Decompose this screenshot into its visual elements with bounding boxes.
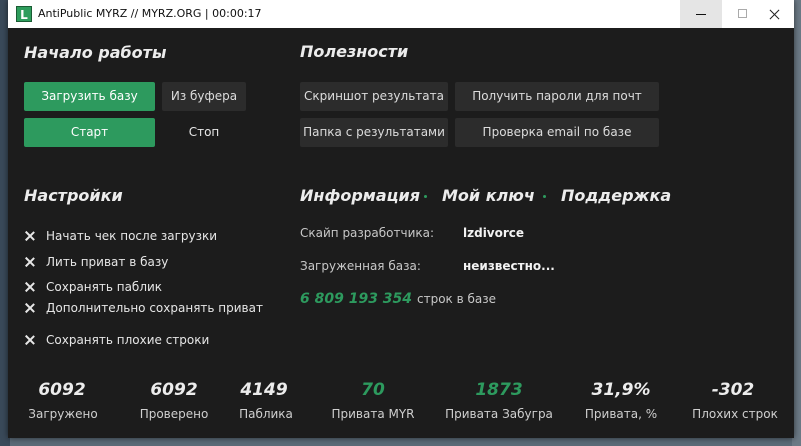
utilities-heading: Полезности	[300, 42, 409, 61]
settings-heading: Настройки	[24, 186, 123, 205]
app-window: L AntiPublic MYRZ // MYRZ.ORG | 00:00:17…	[8, 0, 794, 438]
tab-my-key[interactable]: Мой ключ	[442, 186, 535, 205]
stat-private-abroad-value: 1873	[475, 380, 523, 400]
db-lines-label: строк в базе	[417, 292, 497, 306]
screenshot-result-button[interactable]: Скриншот результата	[300, 82, 448, 111]
stat-bad-lines-value: -302	[711, 380, 755, 400]
checkbox-x-icon	[24, 256, 36, 268]
start-button[interactable]: Старт	[24, 118, 155, 147]
get-email-passwords-button[interactable]: Получить пароли для почт	[455, 82, 659, 111]
option-label: Сохранять плохие строки	[46, 333, 210, 347]
option-label: Начать чек после загрузки	[46, 229, 218, 243]
window-title: AntiPublic MYRZ // MYRZ.ORG | 00:00:17	[38, 7, 262, 20]
option-save-public[interactable]: Сохранять паблик	[24, 279, 162, 295]
stat-loaded-label: Загружено	[28, 407, 98, 421]
from-clipboard-button[interactable]: Из буфера	[162, 82, 246, 111]
stat-loaded-value: 6092	[38, 380, 86, 400]
stat-private-myr-label: Привата MYR	[331, 407, 415, 421]
dev-skype-label: Скайп разработчика:	[300, 226, 435, 240]
checkbox-x-icon	[24, 281, 36, 293]
close-window-button[interactable]	[754, 0, 796, 28]
option-label: Лить приват в базу	[46, 255, 169, 269]
option-label: Сохранять паблик	[46, 280, 163, 294]
check-email-button[interactable]: Проверка email по базе	[455, 118, 659, 147]
stat-checked-value: 6092	[150, 380, 198, 400]
option-start-check-after-load[interactable]: Начать чек после загрузки	[24, 228, 217, 244]
stat-bad-lines-label: Плохих строк	[692, 407, 778, 421]
stat-private-myr-value: 70	[361, 380, 385, 400]
separator-dot	[424, 195, 427, 198]
option-push-private-to-db[interactable]: Лить приват в базу	[24, 254, 168, 270]
loaded-db-label: Загруженная база:	[300, 259, 421, 273]
dev-skype-value: lzdivorce	[463, 226, 525, 240]
results-folder-button[interactable]: Папка с результатами	[300, 118, 448, 147]
start-section-heading: Начало работы	[24, 43, 167, 62]
tab-support[interactable]: Поддержка	[561, 186, 671, 205]
option-label: Дополнительно сохранять приват	[46, 301, 263, 315]
checkbox-x-icon	[24, 334, 36, 346]
checkbox-x-icon	[24, 302, 36, 314]
option-extra-save-private[interactable]: Дополнительно сохранять приват	[24, 300, 263, 316]
minimize-button[interactable]	[680, 0, 722, 28]
option-save-bad-lines[interactable]: Сохранять плохие строки	[24, 332, 209, 348]
stat-private-abroad-label: Привата Забугра	[445, 407, 553, 421]
title-bar[interactable]: L AntiPublic MYRZ // MYRZ.ORG | 00:00:17	[8, 0, 794, 28]
separator-dot	[543, 195, 546, 198]
stop-button[interactable]: Стоп	[162, 118, 246, 147]
stat-public-label: Паблика	[239, 407, 293, 421]
app-logo-icon: L	[16, 6, 32, 22]
stat-private-percent-label: Привата, %	[584, 407, 658, 421]
stat-public-value: 4149	[240, 380, 288, 400]
load-database-button[interactable]: Загрузить базу	[24, 82, 155, 111]
tab-information[interactable]: Информация	[300, 186, 420, 205]
db-lines-count: 6 809 193 354	[300, 291, 413, 307]
stat-private-percent-value: 31,9%	[591, 380, 651, 400]
loaded-db-value: неизвестно...	[463, 259, 555, 273]
checkbox-x-icon	[24, 230, 36, 242]
